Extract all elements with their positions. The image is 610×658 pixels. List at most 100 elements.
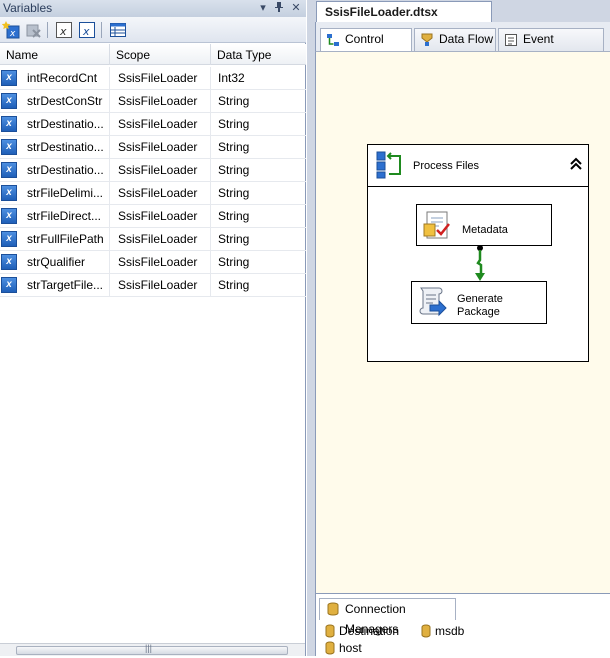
- connection-item-destination[interactable]: Destination: [323, 624, 399, 638]
- connection-managers-icon: [326, 602, 340, 622]
- variable-name[interactable]: intRecordCnt: [27, 67, 110, 89]
- variable-row[interactable]: x strFullFilePath SsisFileLoader String: [0, 228, 306, 251]
- event-handlers-icon: [504, 33, 518, 47]
- tab-data-flow[interactable]: Data Flow: [414, 28, 496, 51]
- variable-icon: x: [1, 93, 17, 109]
- variable-data-type[interactable]: String: [211, 159, 306, 181]
- variable-name[interactable]: strFullFilePath: [27, 228, 110, 250]
- variable-row[interactable]: x strFileDelimi... SsisFileLoader String: [0, 182, 306, 205]
- connection-label: Destination: [339, 624, 400, 638]
- column-header-name[interactable]: Name: [0, 44, 110, 65]
- document-tab[interactable]: SsisFileLoader.dtsx [Design]*: [316, 1, 492, 39]
- connection-item-msdb[interactable]: msdb: [419, 624, 464, 638]
- variable-scope: SsisFileLoader: [110, 251, 211, 273]
- tab-connection-managers[interactable]: Connection Managers: [319, 598, 456, 636]
- connection-label: host: [339, 641, 362, 655]
- variable-scope: SsisFileLoader: [110, 228, 211, 250]
- task-label: Generate Package: [457, 293, 503, 318]
- variable-data-type[interactable]: String: [211, 274, 306, 296]
- variable-data-type[interactable]: String: [211, 228, 306, 250]
- horizontal-scrollbar[interactable]: |||: [0, 643, 305, 656]
- variable-icon: x: [1, 162, 17, 178]
- show-system-variables-icon[interactable]: x: [55, 21, 73, 39]
- variable-scope: SsisFileLoader: [110, 136, 211, 158]
- task-label: Metadata: [462, 224, 508, 236]
- variable-name[interactable]: strDestinatio...: [27, 113, 110, 135]
- precedence-arrow[interactable]: [473, 245, 487, 286]
- variable-row[interactable]: x intRecordCnt SsisFileLoader Int32: [0, 67, 306, 90]
- variable-name[interactable]: strDestConStr: [27, 90, 110, 112]
- variable-icon: x: [1, 254, 17, 270]
- sequence-container[interactable]: Process Files Metadata Generate Package: [367, 144, 589, 362]
- variable-scope: SsisFileLoader: [110, 67, 211, 89]
- variable-scope: SsisFileLoader: [110, 274, 211, 296]
- svg-text:x: x: [82, 25, 90, 38]
- connection-label: msdb: [435, 624, 465, 638]
- variable-data-type[interactable]: String: [211, 90, 306, 112]
- database-icon: [325, 624, 335, 638]
- variables-grid-header: Name Scope Data Type: [0, 44, 306, 65]
- variable-icon: x: [1, 277, 17, 293]
- show-all-variables-icon[interactable]: x: [78, 21, 96, 39]
- variable-data-type[interactable]: String: [211, 182, 306, 204]
- variable-name[interactable]: strDestinatio...: [27, 136, 110, 158]
- tab-label: Data Flow: [439, 32, 494, 46]
- task-metadata[interactable]: Metadata: [416, 204, 552, 246]
- dropdown-icon[interactable]: ▾: [256, 1, 270, 15]
- container-title: Process Files: [413, 160, 480, 172]
- variable-icon: x: [1, 70, 17, 86]
- variable-data-type[interactable]: String: [211, 113, 306, 135]
- variables-toolbar: x x x: [0, 17, 306, 43]
- variables-pane: Variables ▾ ✕ x x x Name Scope Data Type…: [0, 0, 306, 656]
- scrollbar-thumb[interactable]: |||: [16, 643, 288, 655]
- column-header-scope[interactable]: Scope: [110, 44, 211, 65]
- database-icon: [325, 641, 335, 655]
- variable-data-type[interactable]: String: [211, 251, 306, 273]
- variable-data-type[interactable]: String: [211, 136, 306, 158]
- variable-name[interactable]: strFileDirect...: [27, 205, 110, 227]
- connection-item-host[interactable]: host: [323, 641, 362, 655]
- control-flow-icon: [326, 33, 340, 47]
- variable-icon: x: [1, 185, 17, 201]
- variable-scope: SsisFileLoader: [110, 159, 211, 181]
- close-pane-icon[interactable]: ✕: [289, 1, 303, 15]
- pin-icon[interactable]: [272, 1, 286, 15]
- variable-icon: x: [1, 139, 17, 155]
- variable-name[interactable]: strQualifier: [27, 251, 110, 273]
- container-header: Process Files: [368, 145, 588, 187]
- variable-icon: x: [1, 208, 17, 224]
- variable-row[interactable]: x strDestinatio... SsisFileLoader String: [0, 159, 306, 182]
- variable-name[interactable]: strTargetFile...: [27, 274, 110, 296]
- column-header-data-type[interactable]: Data Type: [211, 44, 306, 65]
- add-variable-icon[interactable]: x: [1, 21, 20, 39]
- variable-row[interactable]: x strQualifier SsisFileLoader String: [0, 251, 306, 274]
- foreach-loop-icon: [376, 150, 402, 183]
- script-task-icon: [416, 285, 448, 322]
- data-flow-icon: [420, 33, 434, 47]
- variable-row[interactable]: x strFileDirect... SsisFileLoader String: [0, 205, 306, 228]
- variable-data-type[interactable]: Int32: [211, 67, 306, 89]
- choose-columns-icon[interactable]: [109, 21, 127, 39]
- variables-title-bar: Variables ▾ ✕: [0, 0, 306, 17]
- task-generate-package[interactable]: Generate Package: [411, 281, 547, 324]
- delete-variable-icon[interactable]: [24, 21, 42, 39]
- variable-row[interactable]: x strDestConStr SsisFileLoader String: [0, 90, 306, 113]
- collapse-icon[interactable]: [570, 157, 582, 174]
- variable-data-type[interactable]: String: [211, 205, 306, 227]
- variable-row[interactable]: x strDestinatio... SsisFileLoader String: [0, 136, 306, 159]
- tab-control-flow[interactable]: Control Flow: [320, 28, 412, 67]
- svg-text:x: x: [59, 25, 67, 38]
- variable-row[interactable]: x strTargetFile... SsisFileLoader String: [0, 274, 306, 297]
- database-icon: [421, 624, 431, 638]
- variable-name[interactable]: strDestinatio...: [27, 159, 110, 181]
- variables-title: Variables: [3, 1, 53, 15]
- variable-row[interactable]: x strDestinatio... SsisFileLoader String: [0, 113, 306, 136]
- variable-icon: x: [1, 231, 17, 247]
- svg-text:x: x: [9, 29, 16, 39]
- tab-event-handlers[interactable]: Event Handlers: [498, 28, 604, 67]
- variable-scope: SsisFileLoader: [110, 205, 211, 227]
- variable-scope: SsisFileLoader: [110, 182, 211, 204]
- variable-icon: x: [1, 116, 17, 132]
- variable-scope: SsisFileLoader: [110, 90, 211, 112]
- variable-name[interactable]: strFileDelimi...: [27, 182, 110, 204]
